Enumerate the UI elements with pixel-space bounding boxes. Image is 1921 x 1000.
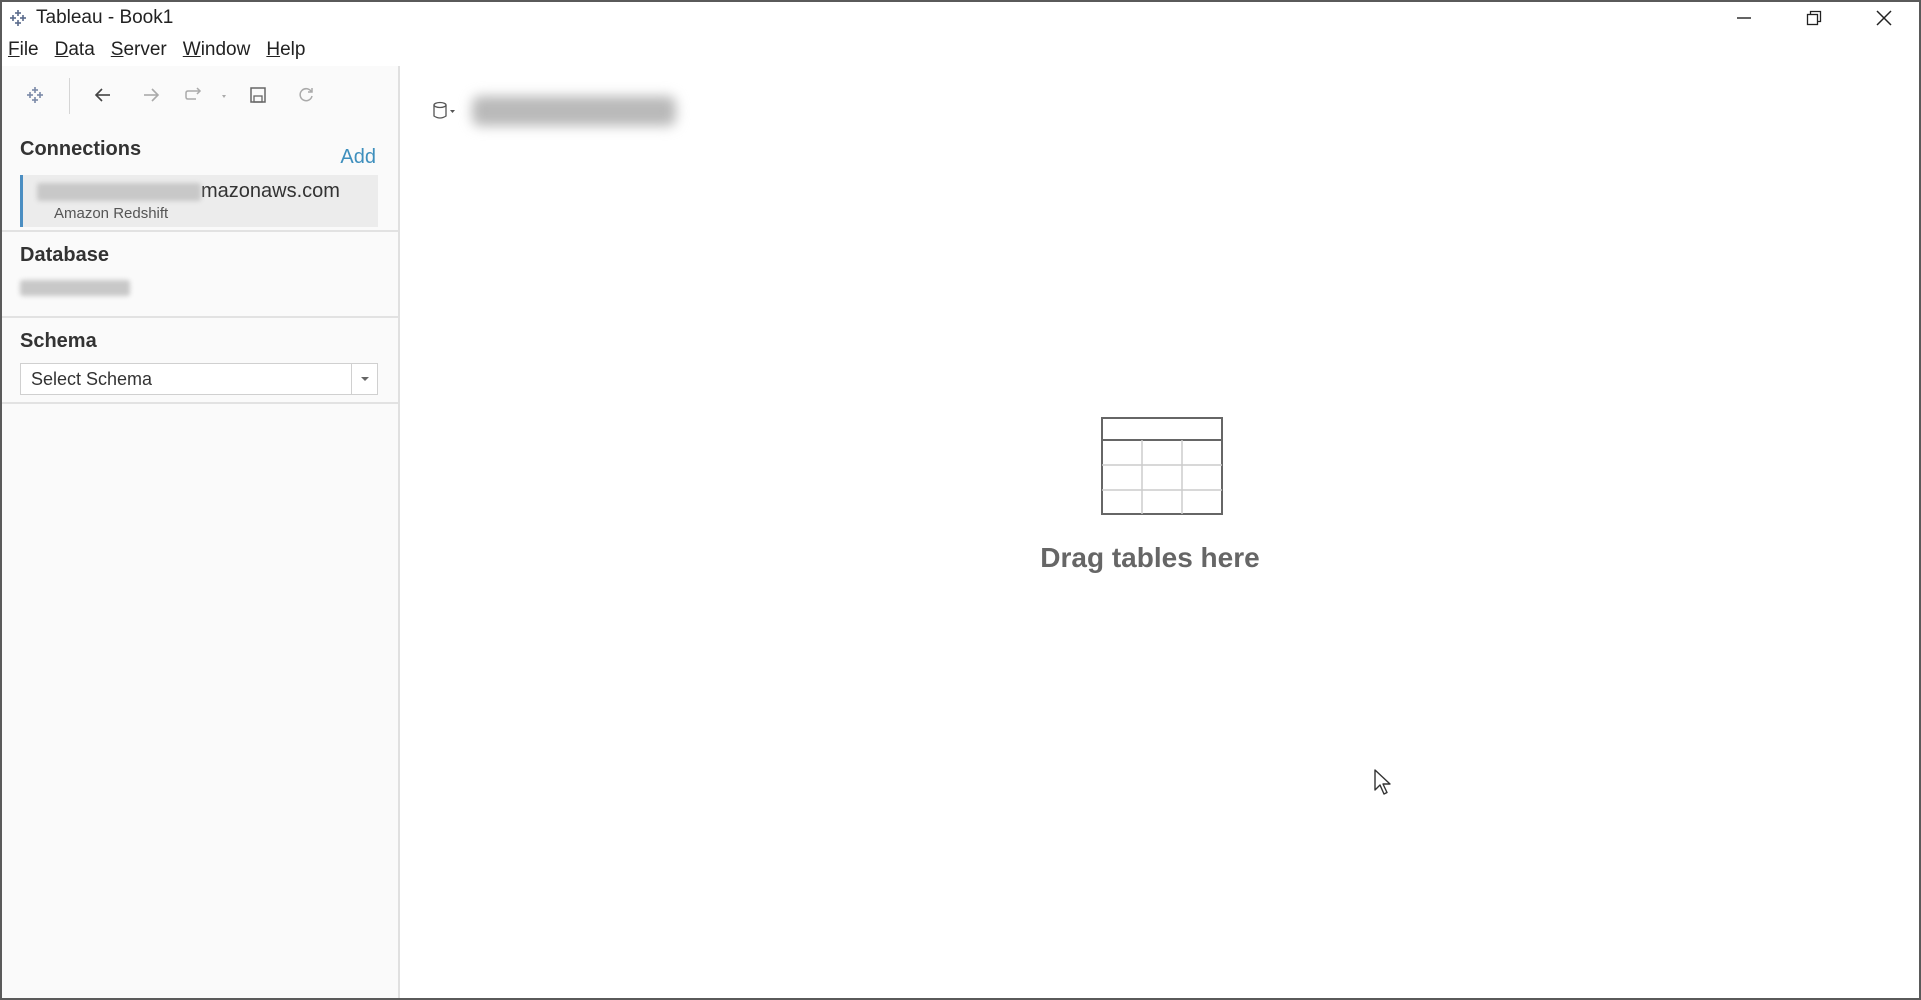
menu-file[interactable]: File [8, 39, 39, 61]
database-section: Database [2, 232, 398, 318]
database-title: Database [20, 244, 109, 266]
add-connection-link[interactable]: Add [340, 146, 376, 169]
schema-select-value: Select Schema [31, 368, 153, 389]
data-source-canvas[interactable]: Drag tables here [402, 66, 1919, 998]
restore-button[interactable] [1779, 2, 1849, 34]
menu-server[interactable]: Server [111, 39, 167, 61]
forward-button[interactable] [136, 80, 166, 110]
connections-title: Connections [20, 138, 142, 160]
schema-section: Schema Select Schema [2, 318, 398, 404]
refresh-icon [299, 87, 313, 102]
back-arrow-icon [94, 88, 110, 102]
minimize-icon [1737, 17, 1751, 19]
toolbar-separator [69, 78, 70, 114]
database-value[interactable] [20, 277, 380, 299]
mouse-cursor-icon [1373, 768, 1393, 801]
window-title: Tableau - Book1 [36, 7, 174, 28]
close-button[interactable] [1849, 2, 1919, 34]
redo-dropdown-button[interactable] [182, 80, 228, 110]
menu-help[interactable]: Help [266, 39, 305, 61]
redacted-database-name [20, 280, 130, 296]
connections-section: Connections Add mazonaws.com Amazon Reds… [2, 122, 398, 232]
title-bar: Tableau - Book1 [2, 2, 1919, 34]
menu-bar: File Data Server Window Help [2, 34, 1919, 66]
restore-icon [1806, 10, 1822, 26]
menu-data[interactable]: Data [55, 39, 95, 61]
connection-type: Amazon Redshift [54, 205, 169, 222]
menu-window[interactable]: Window [183, 39, 251, 61]
forward-arrow-icon [144, 88, 160, 102]
refresh-button[interactable] [291, 80, 321, 110]
minimize-button[interactable] [1709, 2, 1779, 34]
data-source-header[interactable] [432, 96, 676, 126]
database-icon [433, 101, 455, 119]
window-controls [1709, 2, 1919, 34]
tableau-logo-button[interactable] [20, 80, 50, 110]
schema-select[interactable]: Select Schema [20, 363, 378, 395]
schema-title: Schema [20, 330, 97, 352]
drag-tables-message: Drag tables here [1040, 542, 1260, 573]
back-button[interactable] [88, 80, 118, 110]
tableau-logo-icon [27, 87, 43, 103]
tableau-window: Tableau - Book1 File Data Server Window … [0, 0, 1921, 1000]
schema-dropdown-arrow[interactable] [351, 364, 377, 394]
redo-icon [185, 87, 226, 100]
chevron-down-icon [360, 377, 369, 381]
toolbar [2, 66, 398, 122]
tableau-app-icon [6, 6, 30, 30]
redacted-data-source-name[interactable] [472, 96, 676, 126]
save-icon [250, 87, 266, 103]
connection-item[interactable]: mazonaws.com Amazon Redshift [20, 175, 378, 227]
close-icon [1876, 10, 1892, 26]
redacted-host-prefix [37, 182, 201, 201]
connection-host: mazonaws.com [37, 180, 340, 203]
data-source-sidebar: Connections Add mazonaws.com Amazon Reds… [2, 66, 400, 998]
save-button[interactable] [243, 80, 273, 110]
empty-table-icon [1101, 417, 1223, 520]
